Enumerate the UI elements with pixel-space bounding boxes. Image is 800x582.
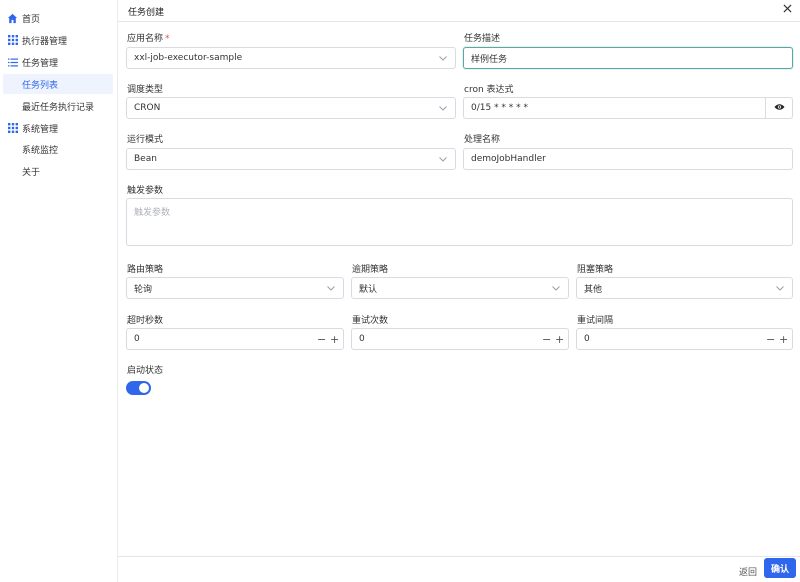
misfire-strategy-label: 逾期策略 (352, 265, 389, 275)
schedule-type-label: 调度类型 (127, 85, 164, 95)
start-status-toggle[interactable] (126, 381, 151, 395)
schedule-type-value: CRON (134, 103, 161, 113)
handler-label: 处理名称 (464, 135, 501, 145)
cron-input[interactable]: 0/15 * * * * * (463, 97, 793, 119)
sidebar-item-label: 任务列表 (22, 80, 59, 91)
misfire-strategy-select[interactable]: 默认 (351, 277, 569, 299)
block-strategy-label: 阻塞策略 (577, 265, 614, 275)
decrement-button[interactable]: − (766, 333, 775, 346)
chevron-down-icon (550, 282, 562, 294)
route-strategy-value: 轮询 (134, 284, 153, 295)
cron-preview-button[interactable] (765, 97, 792, 119)
block-strategy-select[interactable]: 其他 (576, 277, 793, 299)
sidebar-item-label: 系统监控 (22, 145, 59, 156)
sidebar-item-label: 系统管理 (22, 124, 59, 135)
stepper-controls: − + (317, 333, 339, 346)
close-icon (782, 4, 792, 16)
sidebar-item-task-management[interactable]: 任务管理 (0, 52, 58, 72)
dialog-title: 任务创建 (128, 8, 165, 18)
chevron-down-icon (437, 102, 449, 114)
sidebar-item-recent-logs[interactable]: 最近任务执行记录 (0, 96, 94, 116)
grid-icon (7, 35, 18, 46)
stepper-controls: − + (542, 333, 564, 346)
start-status-label: 启动状态 (127, 366, 164, 376)
task-desc-value: 样例任务 (471, 54, 508, 65)
trigger-params-placeholder: 触发参数 (134, 208, 171, 218)
app-name-value: xxl-job-executor-sample (134, 53, 243, 63)
chevron-down-icon (325, 282, 337, 294)
cron-label: cron 表达式 (464, 85, 514, 95)
sidebar-item-home[interactable]: 首页 (0, 8, 40, 28)
retry-count-label: 重试次数 (352, 316, 389, 326)
handler-input[interactable]: demoJobHandler (463, 148, 793, 170)
list-icon (7, 57, 18, 68)
run-mode-value: Bean (134, 154, 157, 164)
decrement-button[interactable]: − (542, 333, 551, 346)
sidebar-item-executor[interactable]: 执行器管理 (0, 30, 67, 50)
schedule-type-select[interactable]: CRON (126, 97, 456, 119)
sidebar-item-monitor[interactable]: 系统监控 (0, 139, 58, 159)
retry-count-stepper[interactable]: 0 − + (351, 328, 569, 350)
dialog-footer: 返回 确认 (118, 556, 800, 582)
grid-icon (7, 123, 18, 134)
app-name-label: 应用名称 * (127, 31, 170, 44)
eye-icon (773, 103, 785, 114)
misfire-strategy-value: 默认 (359, 284, 378, 295)
dialog-header: 任务创建 (118, 0, 800, 22)
cron-value: 0/15 * * * * * (471, 103, 529, 113)
app-name-label-text: 应用名称 (127, 34, 164, 44)
timeout-value: 0 (134, 334, 140, 344)
increment-button[interactable]: + (555, 333, 564, 346)
retry-interval-stepper[interactable]: 0 − + (576, 328, 793, 350)
task-create-dialog: 任务创建 应用名称 * xxl-job-executor-sample 任务描述 … (118, 0, 800, 582)
route-strategy-select[interactable]: 轮询 (126, 277, 344, 299)
app-name-select[interactable]: xxl-job-executor-sample (126, 47, 456, 69)
timeout-label: 超时秒数 (127, 316, 164, 326)
app-root: 首页 执行器管理 任务管理 任务列表 最近任务执行记录 系统管理 系统监控 关于… (0, 0, 800, 582)
run-mode-select[interactable]: Bean (126, 148, 456, 170)
sidebar-item-label: 任务管理 (22, 58, 59, 69)
confirm-button[interactable]: 确认 (764, 558, 796, 578)
sidebar-item-task-list[interactable]: 任务列表 (3, 74, 113, 94)
retry-interval-label: 重试间隔 (577, 316, 614, 326)
trigger-params-label: 触发参数 (127, 186, 164, 196)
close-button[interactable] (780, 3, 794, 17)
increment-button[interactable]: + (779, 333, 788, 346)
handler-value: demoJobHandler (471, 154, 546, 164)
task-desc-label: 任务描述 (464, 34, 501, 44)
task-desc-input[interactable]: 样例任务 (463, 47, 793, 69)
block-strategy-value: 其他 (584, 284, 603, 295)
timeout-stepper[interactable]: 0 − + (126, 328, 344, 350)
sidebar-item-system[interactable]: 系统管理 (0, 118, 58, 138)
chevron-down-icon (437, 153, 449, 165)
run-mode-label: 运行模式 (127, 135, 164, 145)
chevron-down-icon (774, 282, 786, 294)
required-mark: * (165, 34, 170, 44)
increment-button[interactable]: + (330, 333, 339, 346)
home-icon (7, 13, 18, 24)
sidebar-item-label: 执行器管理 (22, 36, 68, 47)
stepper-controls: − + (766, 333, 788, 346)
trigger-params-textarea[interactable]: 触发参数 (126, 198, 793, 246)
sidebar-item-about[interactable]: 关于 (0, 161, 40, 181)
sidebar-item-label: 首页 (22, 14, 41, 25)
decrement-button[interactable]: − (317, 333, 326, 346)
back-button[interactable]: 返回 (735, 563, 761, 579)
chevron-down-icon (437, 52, 449, 64)
route-strategy-label: 路由策略 (127, 265, 164, 275)
retry-count-value: 0 (359, 334, 365, 344)
retry-interval-value: 0 (584, 334, 590, 344)
sidebar-item-label: 最近任务执行记录 (22, 102, 95, 113)
toggle-knob (139, 383, 149, 393)
sidebar-item-label: 关于 (22, 167, 41, 178)
sidebar: 首页 执行器管理 任务管理 任务列表 最近任务执行记录 系统管理 系统监控 关于 (0, 0, 118, 582)
